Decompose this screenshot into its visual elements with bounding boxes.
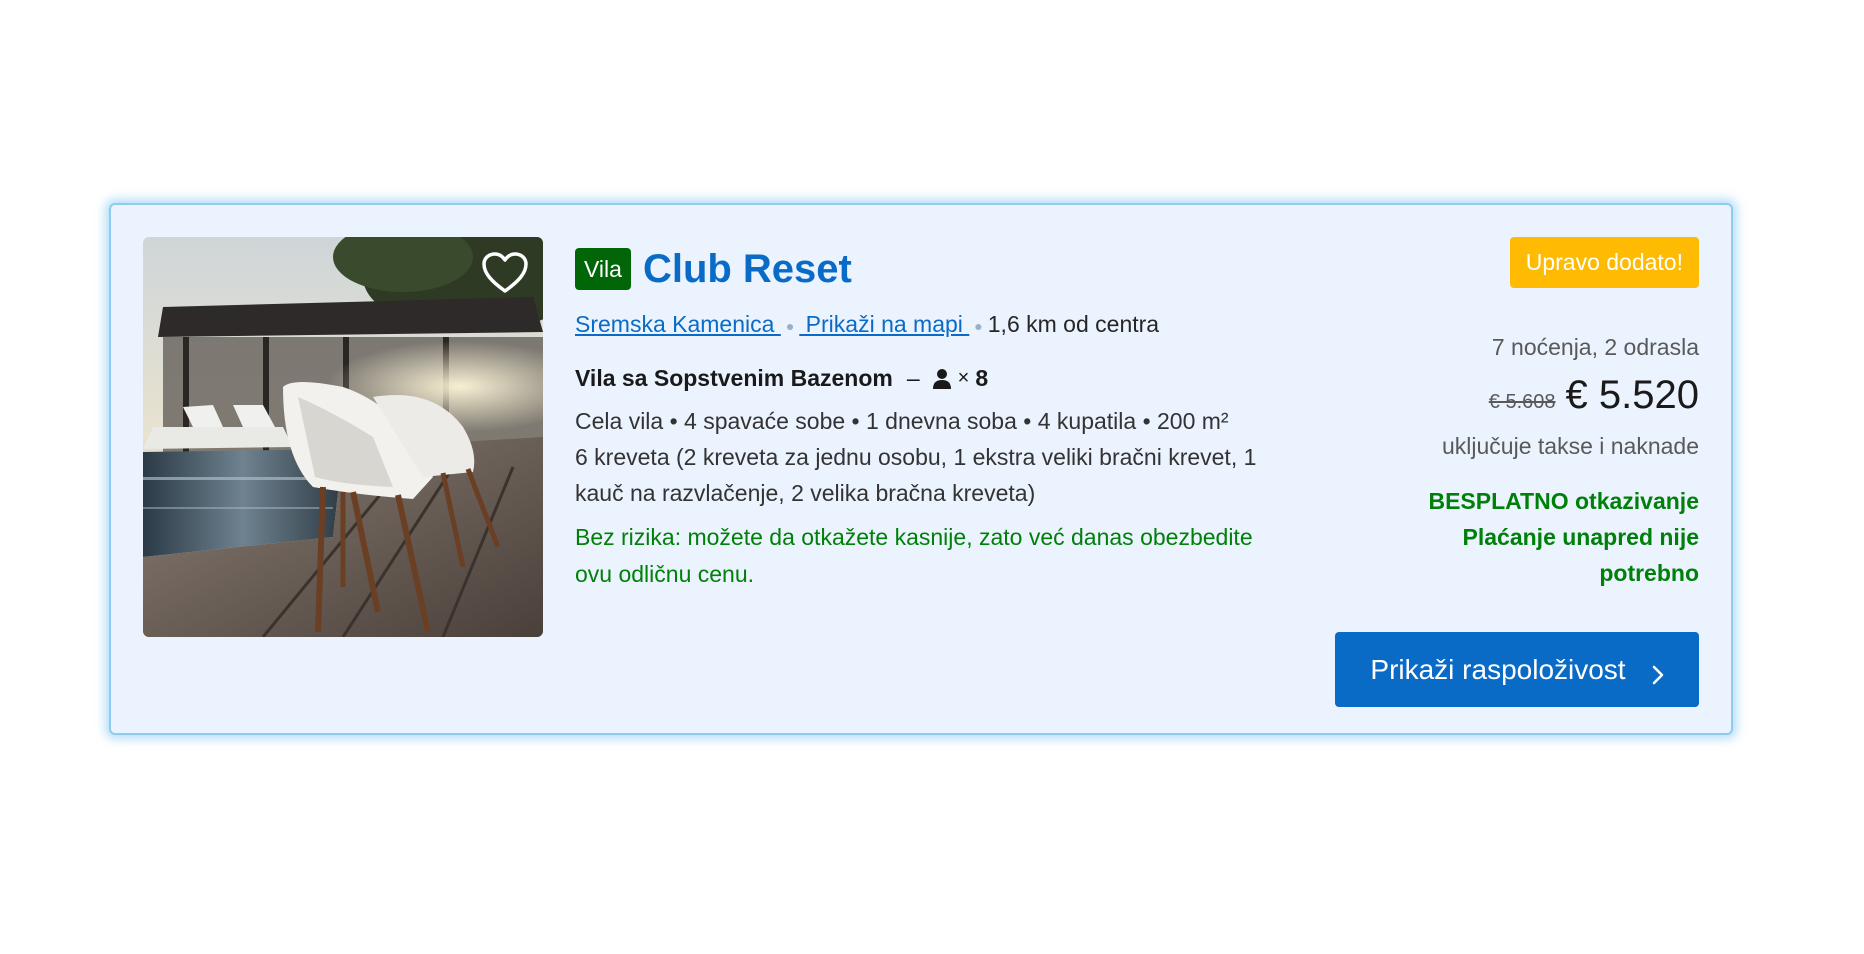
room-dash: –	[906, 364, 920, 391]
property-info: Vila Club Reset Sremska Kamenica ● Prika…	[575, 245, 1315, 593]
separator-dot: ●	[974, 317, 983, 334]
show-availability-label: Prikaži raspoloživost	[1370, 653, 1626, 685]
taxes-note: uključuje takse i naknade	[1442, 433, 1699, 459]
pricing-column: Upravo dodato! 7 noćenja, 2 odrasla € 5.…	[1279, 237, 1699, 591]
property-card: Vila Club Reset Sremska Kamenica ● Prika…	[109, 203, 1733, 735]
just-added-badge: Upravo dodato!	[1509, 237, 1699, 288]
bed-configuration: 6 kreveta (2 kreveta za jednu osobu, 1 e…	[575, 443, 1257, 506]
property-type-badge: Vila	[575, 248, 631, 290]
chevron-right-icon	[1652, 660, 1664, 684]
show-on-map-link[interactable]: Prikaži na mapi	[799, 311, 969, 337]
room-details: Cela vila • 4 spavaće sobe • 1 dnevna so…	[575, 407, 1229, 434]
original-price: € 5.608	[1488, 391, 1556, 413]
person-icon	[932, 367, 952, 389]
current-price: € 5.520	[1565, 373, 1699, 417]
price-row: € 5.608 € 5.520	[1279, 372, 1699, 427]
title-row: Vila Club Reset	[575, 245, 1315, 293]
property-name-link[interactable]: Club Reset	[643, 245, 852, 293]
area-link[interactable]: Sremska Kamenica	[575, 311, 781, 337]
stay-summary: 7 noćenja, 2 odrasla	[1491, 334, 1699, 360]
max-guests: 8	[975, 364, 989, 391]
favorite-heart-icon[interactable]	[481, 251, 529, 295]
room-header: Vila sa Sopstvenim Bazenom – × 8	[575, 363, 1315, 393]
multiply-sign: ×	[957, 366, 970, 389]
property-photo[interactable]	[143, 237, 543, 637]
room-name: Vila sa Sopstvenim Bazenom	[575, 364, 893, 391]
free-cancellation: BESPLATNO otkazivanje	[1428, 488, 1699, 514]
villa-pool-image	[143, 237, 543, 637]
location-row: Sremska Kamenica ● Prikaži na mapi ● 1,6 …	[575, 309, 1315, 341]
risk-free-message: Bez rizika: možete da otkažete kasnije, …	[575, 523, 1253, 587]
separator-dot: ●	[785, 317, 795, 334]
distance-text: 1,6 km od centra	[987, 311, 1160, 337]
no-prepayment: Plaćanje unapred nije potrebno	[1462, 524, 1699, 586]
show-availability-button[interactable]: Prikaži raspoloživost	[1335, 632, 1699, 707]
